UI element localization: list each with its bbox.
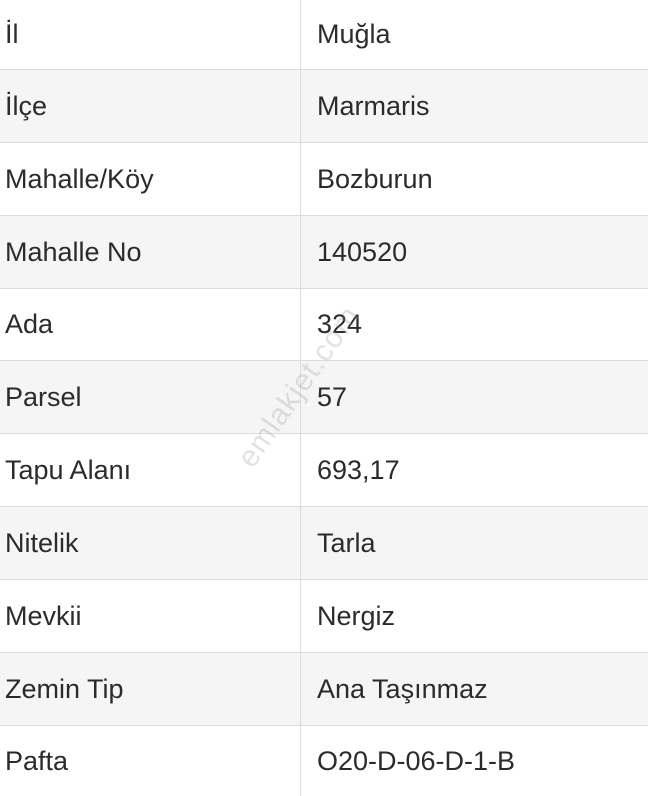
table-row: Ada 324: [0, 289, 648, 361]
row-value: O20-D-06-D-1-B: [317, 745, 516, 776]
row-label: İlçe: [0, 70, 301, 142]
row-value: Tarla: [317, 527, 376, 558]
table-row: Tapu Alanı 693,17: [0, 434, 648, 507]
row-value: 324: [317, 309, 363, 339]
table-row: Parsel 57: [0, 361, 648, 434]
row-label: Nitelik: [0, 507, 301, 579]
row-value: Nergiz: [317, 600, 396, 631]
row-value: Marmaris: [317, 90, 430, 121]
table-row: Mahalle No 140520: [0, 216, 648, 289]
row-label: Pafta: [0, 726, 301, 796]
row-label: Parsel: [0, 361, 301, 433]
row-label: Zemin Tip: [0, 653, 301, 725]
row-label: Mevkii: [0, 580, 301, 652]
row-label: Mahalle/Köy: [0, 143, 301, 215]
table-row: Mahalle/Köy Bozburun: [0, 143, 648, 216]
row-value: 57: [317, 381, 348, 412]
parcel-info-table: İl Muğla İlçe Marmaris Mahalle/Köy Bozbu…: [0, 0, 648, 796]
row-value: Muğla: [317, 19, 391, 49]
table-row: İl Muğla: [0, 0, 648, 70]
row-value: Ana Taşınmaz: [317, 673, 488, 704]
table-row: İlçe Marmaris: [0, 70, 648, 143]
row-label: Ada: [0, 289, 301, 360]
table-row: Mevkii Nergiz: [0, 580, 648, 653]
row-label: İl: [0, 0, 301, 69]
table-row: Nitelik Tarla: [0, 507, 648, 580]
row-value: 140520: [317, 236, 408, 267]
row-label: Tapu Alanı: [0, 434, 301, 506]
table-row: Pafta O20-D-06-D-1-B: [0, 726, 648, 796]
row-label: Mahalle No: [0, 216, 301, 288]
row-value: Bozburun: [317, 163, 433, 194]
row-value: 693,17: [317, 454, 400, 485]
table-row: Zemin Tip Ana Taşınmaz: [0, 653, 648, 726]
